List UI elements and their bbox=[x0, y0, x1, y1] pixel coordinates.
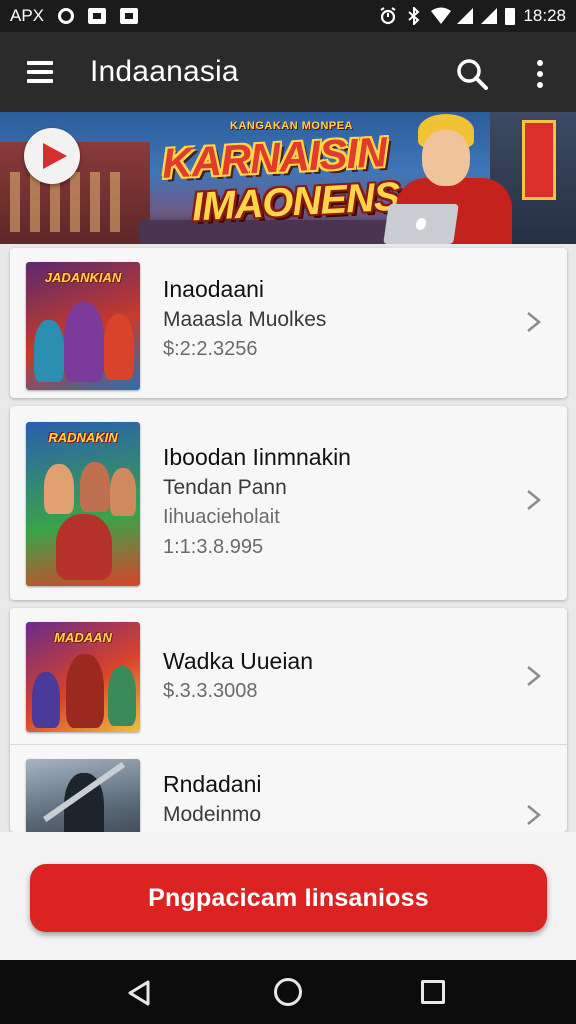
item-price: 1:1:3.8.995 bbox=[163, 536, 264, 558]
list-item[interactable]: Rndadani Modeinmo bbox=[10, 745, 567, 832]
chevron-right-icon bbox=[522, 803, 546, 827]
app-title: Indaanasia bbox=[90, 55, 239, 88]
app-bar: Indaanasia bbox=[0, 32, 576, 112]
cta-bar: Pngpacicam Iinsanioss bbox=[0, 832, 576, 960]
item-title: Iboodan Iinmnakin bbox=[163, 444, 351, 470]
notification-box-icon bbox=[88, 8, 107, 24]
item-subtitle: Modeinmo bbox=[163, 803, 262, 826]
list-item[interactable]: MADAAN Wadka Uueian $.3.3.3008 bbox=[10, 608, 567, 744]
chevron-right-icon bbox=[522, 310, 546, 334]
wifi-icon bbox=[431, 7, 452, 25]
item-thumbnail: MADAAN bbox=[26, 622, 140, 732]
system-nav-bar bbox=[0, 960, 576, 1024]
primary-action-button[interactable]: Pngpacicam Iinsanioss bbox=[30, 864, 547, 932]
list-item[interactable]: RADNAKIN Iboodan Iinmnakin Tendan Pann I… bbox=[10, 406, 567, 600]
back-icon[interactable] bbox=[126, 980, 152, 1006]
play-logo-icon bbox=[24, 128, 80, 184]
list-item[interactable]: JADANKIAN Inaodaani Maaasla Muolkes $:2:… bbox=[10, 248, 567, 398]
item-title: Wadka Uueian bbox=[163, 648, 314, 674]
sync-circle-icon bbox=[58, 8, 75, 24]
battery-icon bbox=[505, 7, 516, 25]
item-price: $:2:2.3256 bbox=[163, 338, 258, 360]
promo-banner[interactable]: KANGAKAN MONPEA KARNAISIN IMAONENS bbox=[0, 112, 576, 244]
signal-icon bbox=[457, 8, 474, 24]
item-description: Iihuacieholait bbox=[163, 506, 280, 528]
recents-icon[interactable] bbox=[421, 980, 445, 1004]
chevron-right-icon bbox=[522, 664, 546, 688]
chevron-right-icon bbox=[522, 488, 546, 512]
status-time: 18:28 bbox=[523, 6, 566, 25]
banner-hero-illustration bbox=[362, 112, 512, 244]
bluetooth-icon bbox=[405, 5, 423, 27]
item-subtitle: Maaasla Muolkes bbox=[163, 308, 327, 331]
home-icon[interactable] bbox=[274, 978, 302, 1006]
status-bar: APX 18:28 bbox=[0, 0, 576, 32]
more-vert-icon[interactable] bbox=[522, 52, 558, 96]
item-thumbnail: RADNAKIN bbox=[26, 422, 140, 586]
list-group: MADAAN Wadka Uueian $.3.3.3008 Rndadani … bbox=[10, 608, 567, 832]
menu-icon[interactable] bbox=[0, 32, 80, 112]
item-title: Rndadani bbox=[163, 771, 262, 797]
status-left-label: APX bbox=[10, 6, 45, 25]
banner-sign bbox=[522, 120, 556, 200]
notification-box-icon bbox=[120, 8, 139, 24]
item-thumbnail bbox=[26, 759, 140, 832]
item-title: Inaodaani bbox=[163, 276, 265, 302]
laptop-icon bbox=[383, 204, 459, 244]
item-subtitle: Tendan Pann bbox=[163, 476, 287, 499]
item-thumbnail: JADANKIAN bbox=[26, 262, 140, 390]
item-price: $.3.3.3008 bbox=[163, 680, 258, 702]
alarm-icon bbox=[379, 7, 397, 25]
search-icon[interactable] bbox=[450, 52, 494, 96]
signal-icon bbox=[481, 8, 498, 24]
